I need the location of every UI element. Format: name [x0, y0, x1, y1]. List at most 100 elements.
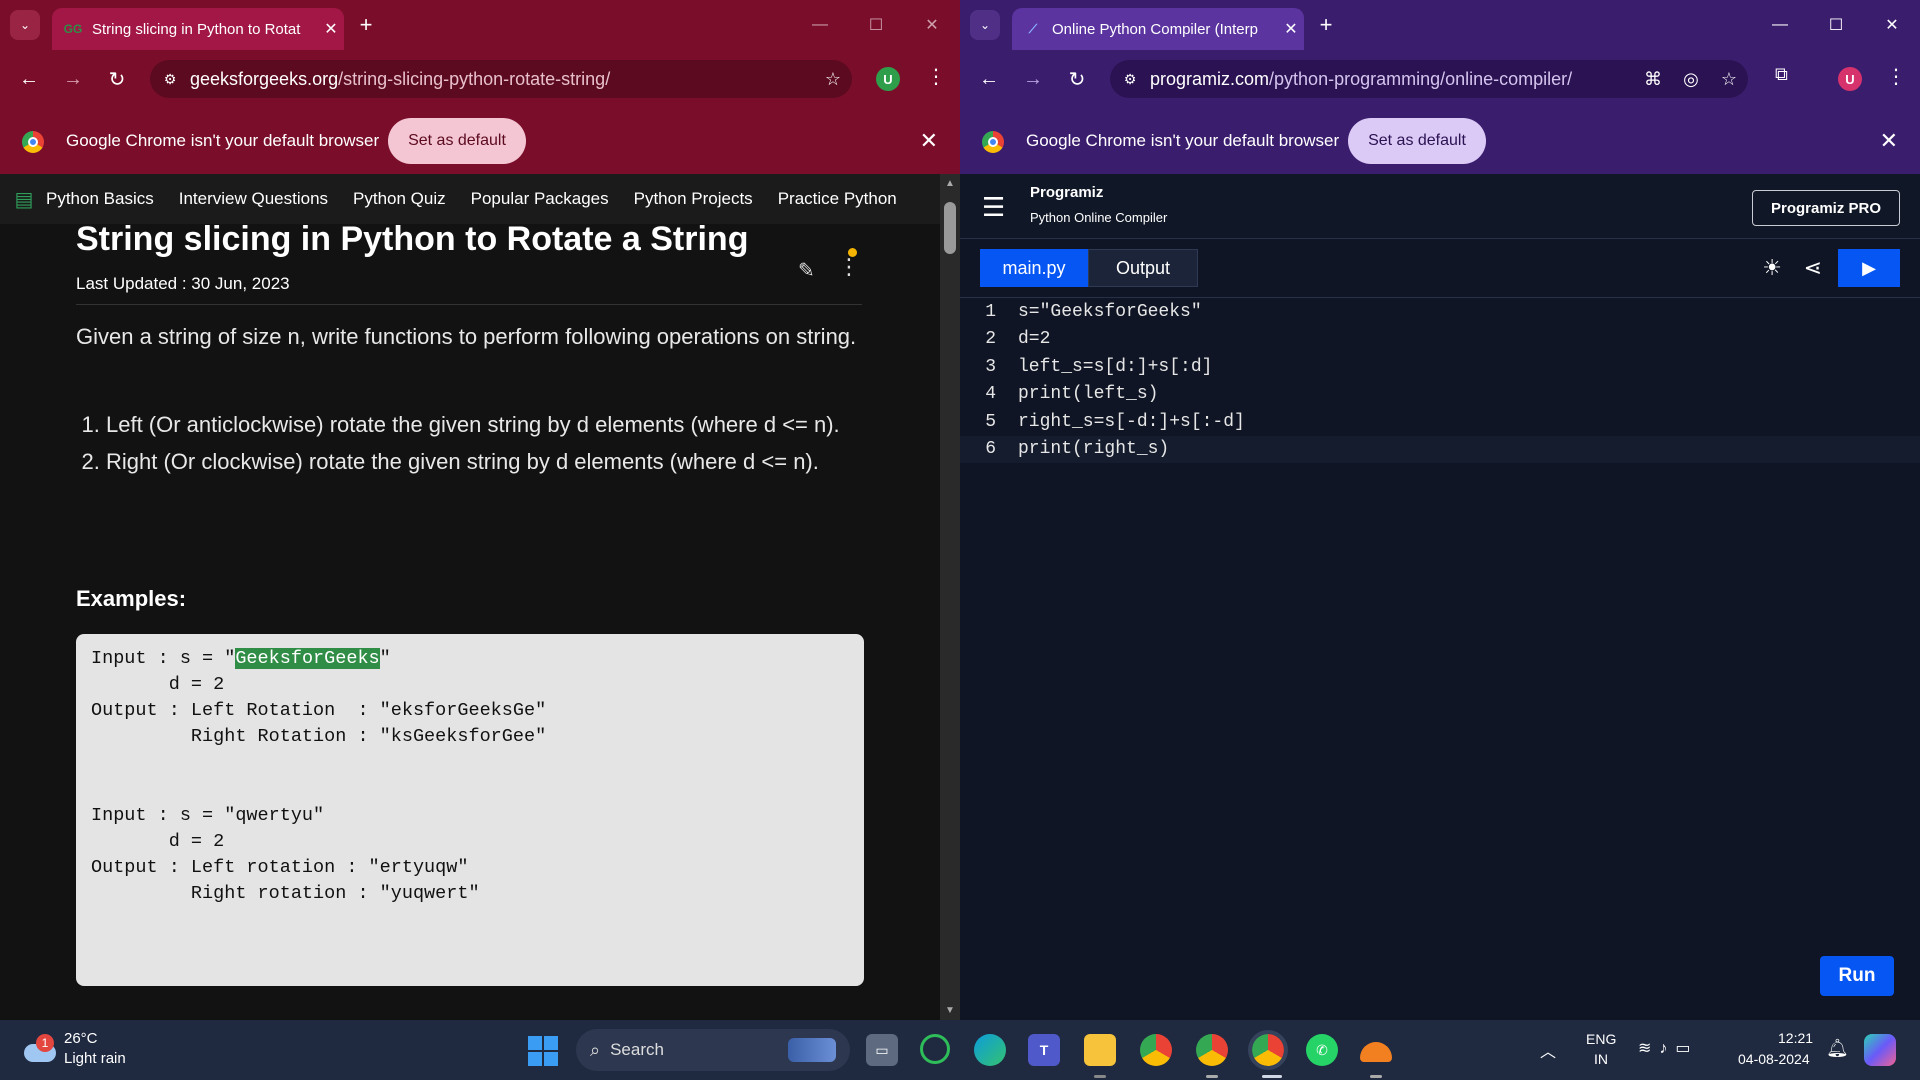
- eye-off-icon[interactable]: ◎: [1672, 69, 1710, 90]
- file-explorer-icon[interactable]: [1084, 1034, 1116, 1066]
- extensions-puzzle-icon[interactable]: ⧉: [1775, 64, 1788, 85]
- reload-icon[interactable]: ↻: [102, 64, 132, 94]
- weather-condition[interactable]: Light rain: [64, 1050, 126, 1067]
- back-icon[interactable]: ←: [974, 64, 1004, 94]
- code-line[interactable]: 2 d=2: [960, 326, 1920, 354]
- forward-icon[interactable]: →: [58, 64, 88, 94]
- browser-menu-icon[interactable]: ⋮: [1886, 64, 1906, 89]
- close-tab-icon[interactable]: ✕: [318, 19, 344, 39]
- close-window-icon[interactable]: ✕: [1864, 0, 1920, 50]
- browser-menu-icon[interactable]: ⋮: [926, 64, 946, 89]
- copilot-icon[interactable]: [1864, 1034, 1896, 1066]
- book-icon[interactable]: ▤: [8, 183, 40, 215]
- run-play-button[interactable]: ▶: [1838, 249, 1900, 287]
- code-line[interactable]: 5 right_s=s[-d:]+s[:-d]: [960, 408, 1920, 436]
- run-button[interactable]: Run: [1820, 956, 1894, 996]
- site-info-icon[interactable]: ⚙: [150, 71, 190, 88]
- language-indicator[interactable]: ENG: [1586, 1031, 1616, 1047]
- code-line[interactable]: 4 print(left_s): [960, 381, 1920, 409]
- bookmark-star-icon[interactable]: ☆: [814, 69, 852, 90]
- code-line[interactable]: 1 s="GeeksforGeeks": [960, 298, 1920, 326]
- code-editor[interactable]: 1 s="GeeksforGeeks" 2 d=2 3 left_s=s[d:]+s[…: [960, 298, 1920, 463]
- theme-sun-icon[interactable]: ☀: [1762, 255, 1782, 281]
- tab-main-py[interactable]: main.py: [980, 249, 1088, 287]
- new-tab-button[interactable]: +: [352, 12, 380, 38]
- maximize-icon[interactable]: ☐: [848, 0, 904, 50]
- whatsapp-icon[interactable]: ✆: [1306, 1034, 1338, 1066]
- minimize-icon[interactable]: —: [792, 0, 848, 50]
- tab-output[interactable]: Output: [1088, 249, 1198, 287]
- windows-start-icon[interactable]: [528, 1036, 558, 1066]
- address-bar[interactable]: ⚙ programiz.com/python-programming/onlin…: [1110, 60, 1748, 98]
- bookmark-star-icon[interactable]: ☆: [1710, 69, 1748, 90]
- nav-popular-packages[interactable]: Popular Packages: [471, 189, 609, 209]
- nav-python-quiz[interactable]: Python Quiz: [353, 189, 446, 209]
- share-icon[interactable]: ⋖: [1804, 255, 1822, 281]
- forward-icon[interactable]: →: [1018, 64, 1048, 94]
- teams-icon[interactable]: T: [1028, 1034, 1060, 1066]
- scrollbar-thumb[interactable]: [944, 202, 956, 254]
- code-text[interactable]: left_s=s[d:]+s[:d]: [1018, 357, 1212, 377]
- code-text[interactable]: d=2: [1018, 329, 1050, 349]
- nav-python-projects[interactable]: Python Projects: [634, 189, 753, 209]
- address-bar[interactable]: ⚙ geeksforgeeks.org/string-slicing-pytho…: [150, 60, 852, 98]
- infobar-close-icon[interactable]: ✕: [1880, 128, 1898, 154]
- edge-browser-icon[interactable]: [974, 1034, 1006, 1066]
- clock-date[interactable]: 04-08-2024: [1738, 1051, 1810, 1067]
- code-line-active[interactable]: 6 print(right_s): [960, 435, 1920, 463]
- minimize-icon[interactable]: —: [1752, 0, 1808, 50]
- spotlight-app-icon[interactable]: [920, 1034, 950, 1064]
- volume-icon[interactable]: ♪: [1659, 1040, 1675, 1057]
- set-default-button[interactable]: Set as default: [1348, 118, 1486, 164]
- code-text[interactable]: print(right_s): [1018, 439, 1169, 459]
- page-scrollbar[interactable]: ▲ ▼: [940, 174, 960, 1020]
- profile-avatar[interactable]: U: [876, 67, 900, 91]
- clock-time[interactable]: 12:21: [1778, 1030, 1813, 1046]
- battery-icon[interactable]: ▭: [1675, 1040, 1698, 1057]
- close-window-icon[interactable]: ✕: [904, 0, 960, 50]
- site-info-icon[interactable]: ⚙: [1110, 71, 1150, 88]
- maximize-icon[interactable]: ☐: [1808, 0, 1864, 50]
- code-text[interactable]: right_s=s[-d:]+s[:-d]: [1018, 412, 1245, 432]
- back-icon[interactable]: ←: [14, 64, 44, 94]
- scroll-down-icon[interactable]: ▼: [945, 1005, 955, 1016]
- tab-search-button[interactable]: ⌄: [10, 10, 40, 40]
- profile-avatar[interactable]: U: [1838, 67, 1862, 91]
- code-line[interactable]: 3 left_s=s[d:]+s[:d]: [960, 353, 1920, 381]
- notification-bell-icon[interactable]: 🔔︎: [1826, 1038, 1849, 1059]
- system-tray-icons[interactable]: ≋♪▭: [1638, 1038, 1699, 1058]
- programiz-pro-button[interactable]: Programiz PRO: [1752, 190, 1900, 226]
- taskbar-search[interactable]: ⌕ Search: [576, 1029, 850, 1071]
- chrome-icon[interactable]: [1140, 1034, 1172, 1066]
- infobar-close-icon[interactable]: ✕: [920, 128, 938, 154]
- weather-cloud-icon[interactable]: 1: [22, 1034, 56, 1064]
- wifi-icon[interactable]: ≋: [1638, 1040, 1659, 1057]
- translate-icon[interactable]: ⌘: [1634, 69, 1672, 90]
- reload-icon[interactable]: ↻: [1062, 64, 1092, 94]
- scroll-up-icon[interactable]: ▲: [945, 178, 955, 189]
- tab-programiz[interactable]: ⟋ Online Python Compiler (Interp ✕: [1012, 8, 1304, 50]
- code-text[interactable]: s="GeeksforGeeks": [1018, 302, 1202, 322]
- region-indicator[interactable]: IN: [1594, 1051, 1608, 1067]
- weather-temperature[interactable]: 26°C: [64, 1030, 98, 1047]
- highlighted-text[interactable]: GeeksforGeeks: [235, 648, 380, 669]
- cloudflare-icon[interactable]: [1360, 1042, 1392, 1062]
- nav-interview-questions[interactable]: Interview Questions: [179, 189, 328, 209]
- edit-pencil-icon[interactable]: ✎: [798, 258, 815, 283]
- code-text[interactable]: print(left_s): [1018, 384, 1158, 404]
- chrome-profile-u-icon[interactable]: [1196, 1034, 1228, 1066]
- hamburger-menu-icon[interactable]: ☰: [982, 192, 1005, 223]
- url-text[interactable]: geeksforgeeks.org/string-slicing-python-…: [190, 69, 814, 90]
- new-tab-button[interactable]: +: [1312, 12, 1340, 38]
- nav-practice-python[interactable]: Practice Python: [778, 189, 897, 209]
- url-text[interactable]: programiz.com/python-programming/online-…: [1150, 69, 1634, 90]
- nav-python-basics[interactable]: Python Basics: [46, 189, 154, 209]
- set-default-button[interactable]: Set as default: [388, 118, 526, 164]
- chrome-active-icon[interactable]: [1248, 1030, 1288, 1070]
- tab-search-button[interactable]: ⌄: [970, 10, 1000, 40]
- show-hidden-icons[interactable]: ︿: [1540, 1038, 1556, 1062]
- tab-geeksforgeeks[interactable]: GG String slicing in Python to Rotat ✕: [52, 8, 344, 50]
- programiz-logo[interactable]: Programiz: [1030, 184, 1103, 201]
- close-tab-icon[interactable]: ✕: [1278, 19, 1304, 39]
- task-view-icon[interactable]: ▭: [866, 1034, 898, 1066]
